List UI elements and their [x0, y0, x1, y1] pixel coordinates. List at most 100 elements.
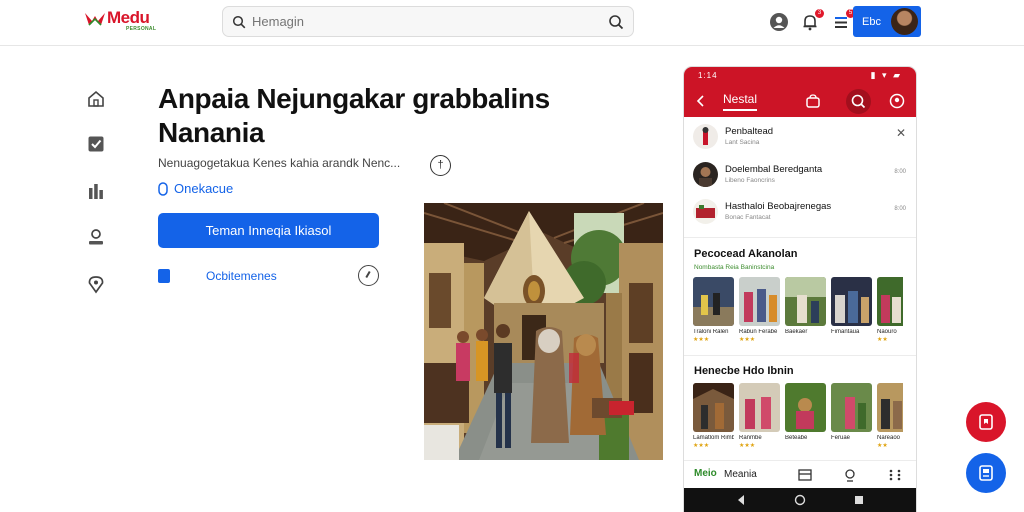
courtyard-illustration [424, 203, 663, 460]
grid-icon[interactable] [888, 468, 902, 482]
list-item-subtitle: Bonac Fantacat [725, 214, 771, 221]
section-title: Pecocead Akanolan [694, 248, 798, 260]
thumbnail-card[interactable]: Fimantaua [831, 277, 872, 343]
thumbnail-image [739, 383, 780, 432]
chart-icon[interactable] [86, 181, 106, 201]
list-item-title: Doelembal Beredganta [725, 164, 823, 175]
checkbox-icon[interactable] [86, 134, 106, 154]
bag-icon[interactable] [805, 93, 821, 109]
thumbnail-image [785, 277, 826, 326]
location-icon[interactable] [86, 274, 106, 294]
option-label: Ocbitemenes [206, 269, 277, 283]
top-header: Medu PERSONAL 3 5 Ebc [0, 0, 1024, 46]
list-item-subtitle: Libeno Faoncrins [725, 177, 775, 184]
notification-button[interactable]: 3 [800, 9, 824, 32]
list-item-time: 8:00 [894, 206, 906, 212]
list-item[interactable]: Doelembal Beredganta Libeno Faoncrins 8:… [684, 155, 916, 195]
thumbnail-image [831, 383, 872, 432]
location-link[interactable]: Onekacue [158, 181, 233, 196]
option-row[interactable]: Ocbitemenes [158, 265, 380, 287]
search-icon [232, 15, 246, 28]
profile-icon[interactable] [889, 93, 905, 109]
signal-icon: ▮ ▾ ▰ [870, 70, 902, 80]
search-bar [222, 6, 634, 37]
messages-button[interactable]: 5 [831, 9, 855, 32]
rating-stars: ★★★ [739, 443, 756, 449]
rating-stars: ★★ [877, 443, 888, 449]
thumbnail-card[interactable]: Beteabe [785, 383, 826, 449]
phone-status-bar: 1:14 ▮ ▾ ▰ [684, 67, 916, 87]
thumbnail-card[interactable]: Nareaoo ★★ [877, 383, 903, 449]
thumbnail-row: Lamatlom Rimbe ★★★ Ranmbe ★★★ Beteabe Fe… [693, 383, 903, 449]
back-arrow-icon[interactable] [694, 94, 708, 108]
list-item[interactable]: Hasthaloi Beobajrenegas Bonac Fantacat 8… [684, 192, 916, 232]
home-icon[interactable] [86, 89, 106, 109]
search-submit-icon[interactable] [608, 14, 624, 30]
phone-system-nav [684, 488, 916, 512]
primary-action-button[interactable]: Teman Inneqia Ikiasol [158, 213, 379, 248]
thumbnail-card[interactable]: Lamatlom Rimbe ★★★ [693, 383, 734, 449]
thumbnail-image [693, 277, 734, 326]
profile-button[interactable]: Ebc [853, 6, 921, 37]
list-item[interactable]: Penbaltead Lant Sacina ✕ [684, 117, 916, 157]
brand-logo[interactable]: Medu PERSONAL [84, 9, 156, 32]
thumbnail-card[interactable]: Traloni Ralen ★★★ [693, 277, 734, 343]
thumbnail-image [693, 383, 734, 432]
bookmark-fab[interactable] [966, 402, 1006, 442]
notification-badge: 3 [815, 9, 824, 18]
close-icon[interactable]: ✕ [896, 126, 906, 140]
home-circle-icon[interactable] [794, 494, 806, 506]
thumbnail-card[interactable]: Naouro ★★ [877, 277, 903, 343]
bottom-nav-label[interactable]: Meania [724, 469, 757, 480]
thumbnail-caption: Beteabe [785, 435, 808, 441]
thumbnail-card[interactable]: Rabun Ferabe ★★★ [739, 277, 780, 343]
divider [684, 237, 916, 238]
back-icon[interactable] [735, 494, 747, 506]
thumbnail-caption: Nareaoo [877, 435, 901, 441]
rating-stars: ★★★ [739, 337, 756, 343]
info-icon[interactable]: † [430, 155, 451, 176]
section-title: Henecbe Hdo Ibnin [694, 365, 794, 377]
thumbnail-caption: Feruae [831, 435, 851, 441]
rating-stars: ★★ [877, 337, 888, 343]
avatar [693, 124, 718, 149]
catalog-icon[interactable] [798, 468, 812, 482]
section-subtitle: Nombasta Reia Baninstcina [694, 264, 775, 271]
thumbnail-image [877, 383, 903, 432]
save-fab[interactable] [966, 453, 1006, 493]
thumbnail-card[interactable]: Feruae [831, 383, 872, 449]
account-icon[interactable] [769, 12, 789, 32]
profile-label: Ebc [862, 15, 881, 28]
bottom-nav-brand[interactable]: Meio [694, 468, 717, 479]
avatar [891, 8, 918, 35]
page-title: Anpaia Nejungakar grabbalins Nanania [158, 83, 550, 148]
bookmark-icon [979, 414, 993, 430]
logo-mark-icon [85, 13, 105, 26]
pin-icon [158, 181, 168, 196]
recents-icon[interactable] [853, 494, 865, 506]
thumbnail-card[interactable]: Baekaer [785, 277, 826, 343]
thumbnail-caption: Naouro [877, 329, 897, 335]
location-link-label: Onekacue [174, 181, 234, 196]
compass-icon[interactable] [358, 265, 379, 286]
status-time: 1:14 [698, 71, 718, 80]
user-icon[interactable] [86, 227, 106, 247]
logo-tagline: PERSONAL [126, 26, 157, 32]
hero-photo [424, 203, 663, 460]
search-input[interactable] [252, 14, 592, 29]
thumbnail-image [877, 277, 903, 326]
phone-bottom-nav: Meio Meania [684, 460, 916, 488]
save-icon [979, 465, 993, 481]
avatar [693, 162, 718, 187]
thumbnail-caption: Baekaer [785, 329, 808, 335]
list-item-title: Penbaltead [725, 126, 774, 137]
thumbnail-caption: Traloni Ralen [693, 329, 729, 335]
phone-search-button[interactable] [846, 89, 871, 114]
search-icon [851, 94, 866, 109]
list-item-title: Hasthaloi Beobajrenegas [725, 201, 832, 212]
thumbnail-image [739, 277, 780, 326]
thumbnail-card[interactable]: Ranmbe ★★★ [739, 383, 780, 449]
thumbnail-image [785, 383, 826, 432]
phone-app-title[interactable]: Nestal [723, 92, 758, 111]
profile-icon[interactable] [843, 468, 857, 482]
